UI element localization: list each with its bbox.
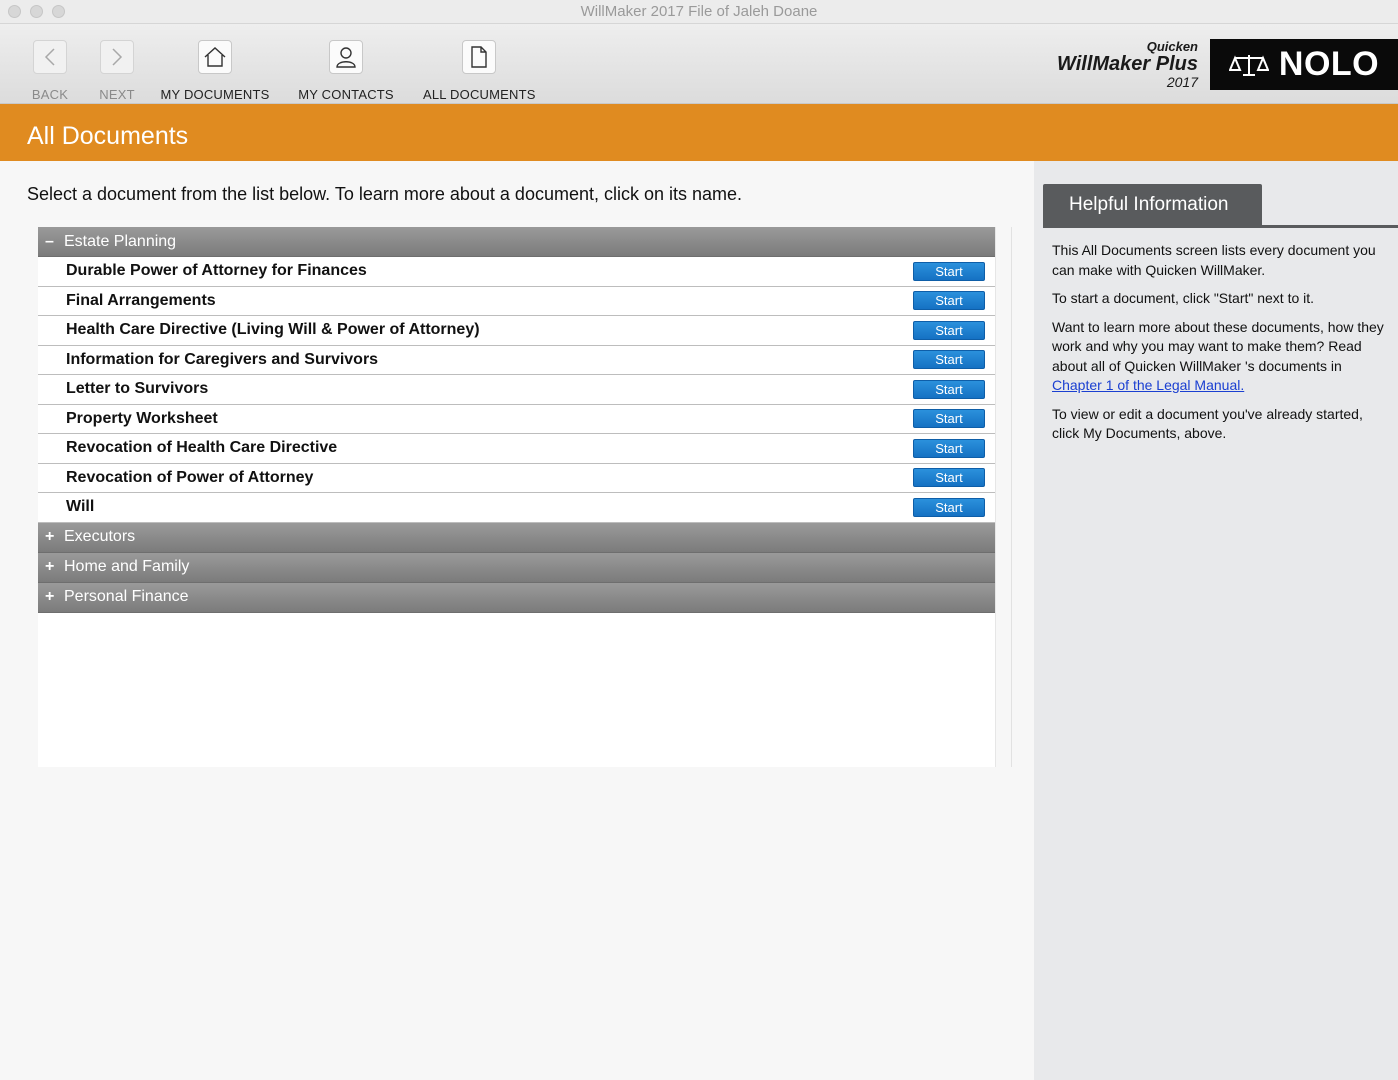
help-paragraph: To view or edit a document you've alread… [1052,405,1363,442]
start-button[interactable]: Start [913,468,985,488]
main-content: Select a document from the list below. T… [0,161,1034,1080]
category-personal-finance[interactable]: + Personal Finance [38,582,995,613]
category-home-and-family[interactable]: + Home and Family [38,552,995,583]
document-row: Final Arrangements Start [38,286,995,316]
start-button[interactable]: Start [913,409,985,429]
category-label: Executors [64,528,136,545]
help-text: This All Documents screen lists every do… [1052,241,1392,453]
category-executors[interactable]: + Executors [38,522,995,553]
expand-icon: + [45,528,55,545]
back-label: BACK [31,87,69,102]
chevron-left-icon [33,40,67,74]
quicken-willmaker-logo: Quicken WillMaker Plus 2017 [1057,39,1198,90]
page-header: All Documents [0,104,1398,161]
help-paragraph: To start a document, click "Start" next … [1052,290,1315,306]
next-button[interactable]: NEXT [97,40,137,102]
divider [1011,227,1012,767]
document-row: Health Care Directive (Living Will & Pow… [38,316,995,346]
chevron-right-icon [100,40,134,74]
window-title: WillMaker 2017 File of Jaleh Doane [580,3,818,20]
tab-underline [1043,225,1398,228]
toolbar: BACK NEXT MY DOCUMENTS MY CONTACTS ALL D… [0,24,1398,104]
start-button[interactable]: Start [913,379,985,399]
document-name[interactable]: Revocation of Health Care Directive [66,439,337,457]
nolo-logo: NOLO [1210,39,1398,90]
document-row: Revocation of Power of Attorney Start [38,463,995,493]
expand-icon: + [45,558,55,575]
next-label: NEXT [99,87,135,102]
document-name[interactable]: Health Care Directive (Living Will & Pow… [66,321,480,339]
document-row: Property Worksheet Start [38,404,995,434]
document-name[interactable]: Will [66,498,94,516]
category-estate-planning[interactable]: – Estate Planning [38,227,995,257]
my-contacts-label: MY CONTACTS [298,87,394,102]
start-button[interactable]: Start [913,291,985,311]
person-icon [329,40,363,74]
document-list: – Estate Planning Durable Power of Attor… [38,227,996,767]
start-button[interactable]: Start [913,320,985,340]
document-name[interactable]: Letter to Survivors [66,380,208,398]
my-documents-button[interactable]: MY DOCUMENTS [160,40,270,102]
collapse-icon: – [45,232,54,250]
category-label: Estate Planning [64,232,177,250]
home-icon [198,40,232,74]
help-paragraph: This All Documents screen lists every do… [1052,242,1376,278]
document-icon [462,40,496,74]
document-row: Information for Caregivers and Survivors… [38,345,995,375]
page-title: All Documents [27,122,189,150]
start-button[interactable]: Start [913,438,985,458]
document-name[interactable]: Final Arrangements [66,292,216,310]
document-row: Durable Power of Attorney for Finances S… [38,257,995,287]
instructions-text: Select a document from the list below. T… [27,184,743,204]
my-contacts-button[interactable]: MY CONTACTS [296,40,396,102]
start-button[interactable]: Start [913,261,985,281]
category-label: Personal Finance [64,588,189,605]
document-name[interactable]: Property Worksheet [66,410,218,428]
all-documents-button[interactable]: ALL DOCUMENTS [423,40,536,102]
document-row: Revocation of Health Care Directive Star… [38,434,995,464]
start-button[interactable]: Start [913,497,985,517]
document-row: Will Start [38,493,995,523]
window-titlebar: WillMaker 2017 File of Jaleh Doane [0,0,1398,24]
back-button[interactable]: BACK [30,40,70,102]
tab-helpful-information[interactable]: Helpful Information [1043,184,1262,225]
category-label: Home and Family [64,558,190,575]
legal-manual-link[interactable]: Chapter 1 of the Legal Manual. [1052,377,1244,393]
document-row: Letter to Survivors Start [38,375,995,405]
document-name[interactable]: Information for Caregivers and Survivors [66,351,378,369]
document-name[interactable]: Revocation of Power of Attorney [66,469,313,487]
start-button[interactable]: Start [913,350,985,370]
expand-icon: + [45,588,55,605]
help-paragraph: Want to learn more about these documents… [1052,318,1384,394]
document-name[interactable]: Durable Power of Attorney for Finances [66,262,367,280]
scales-icon [1228,54,1269,76]
all-documents-label: ALL DOCUMENTS [423,87,536,102]
my-documents-label: MY DOCUMENTS [160,87,270,102]
helpful-information-panel: Helpful Information This All Documents s… [1034,161,1398,1080]
